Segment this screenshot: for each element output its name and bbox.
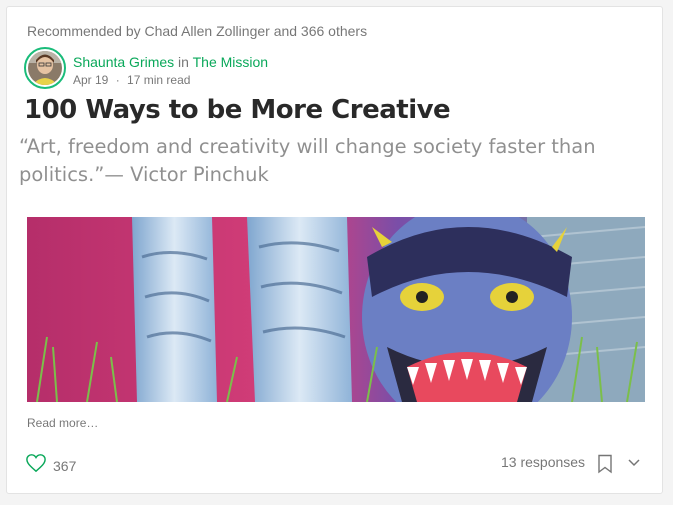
read-time: 17 min read [127, 73, 191, 87]
chevron-down-icon[interactable] [627, 455, 641, 474]
heart-icon[interactable] [25, 453, 47, 478]
bookmark-icon[interactable] [597, 454, 613, 479]
hero-image[interactable] [27, 217, 645, 402]
responses-link[interactable]: 13 responses [501, 454, 585, 470]
avatar-image [28, 51, 62, 85]
author-name-link[interactable]: Shaunta Grimes [73, 54, 174, 70]
story-meta: Apr 19 · 17 min read [73, 73, 190, 87]
story-title[interactable]: 100 Ways to be More Creative [24, 95, 451, 125]
read-more-link[interactable]: Read more… [27, 416, 98, 430]
recommended-by-text: Recommended by Chad Allen Zollinger and … [27, 23, 368, 39]
story-card: Recommended by Chad Allen Zollinger and … [6, 6, 663, 494]
post-date[interactable]: Apr 19 [73, 73, 108, 87]
story-subtitle[interactable]: “Art, freedom and creativity will change… [19, 133, 649, 189]
hero-graffiti-illustration [27, 217, 645, 402]
author-avatar[interactable] [24, 47, 66, 89]
meta-separator: · [115, 73, 120, 87]
clap-count: 367 [53, 457, 77, 474]
clap-button[interactable]: 367 [25, 453, 76, 478]
in-text: in [174, 54, 193, 70]
publication-link[interactable]: The Mission [193, 54, 268, 70]
author-line: Shaunta Grimes in The Mission [73, 54, 268, 70]
